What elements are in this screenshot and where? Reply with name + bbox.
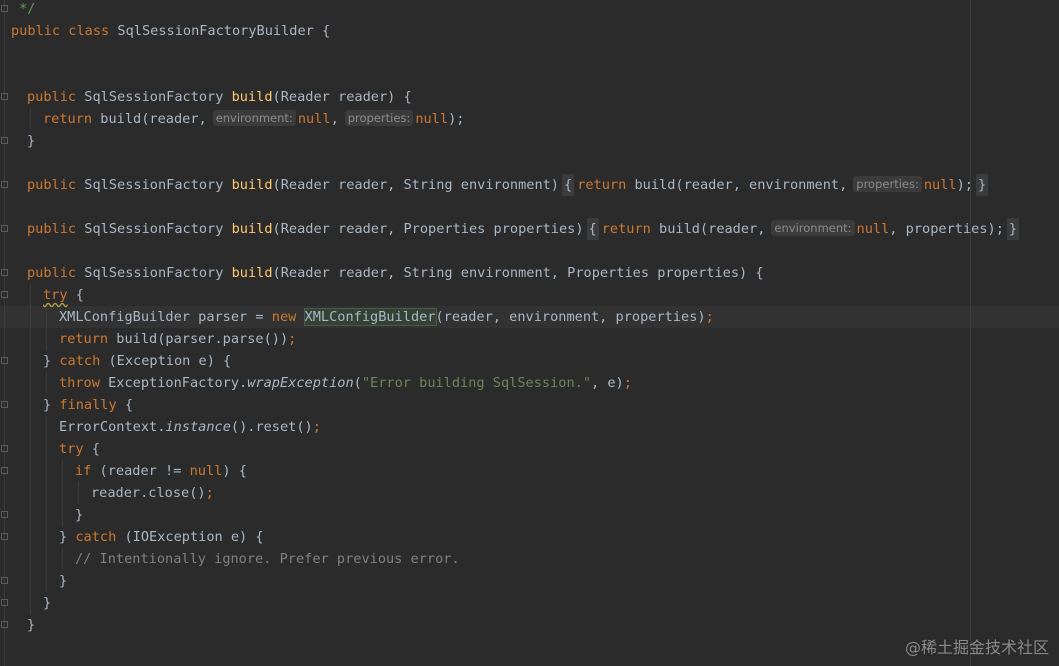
indent-guide bbox=[78, 482, 79, 504]
keyword: return bbox=[59, 331, 109, 347]
keyword: new bbox=[271, 309, 297, 325]
type-name: SqlSessionFactory bbox=[84, 89, 224, 105]
indent-guide bbox=[30, 284, 31, 614]
fold-marker-icon[interactable] bbox=[1, 357, 8, 364]
code-line[interactable]: try { bbox=[59, 438, 100, 460]
fold-marker-icon[interactable] bbox=[1, 93, 8, 100]
method-name: instance bbox=[165, 419, 231, 435]
keyword: return bbox=[601, 221, 651, 237]
string-literal: "Error building SqlSession." bbox=[361, 375, 591, 391]
keyword: catch bbox=[59, 353, 101, 369]
right-margin-guide bbox=[970, 0, 971, 666]
code-line[interactable]: } bbox=[59, 570, 67, 592]
param-hint: properties: bbox=[344, 110, 414, 126]
code-line[interactable]: */ bbox=[19, 0, 35, 20]
code-comment: // Intentionally ignore. Prefer previous… bbox=[75, 551, 460, 567]
fold-marker-icon[interactable] bbox=[1, 577, 8, 584]
indent-guide bbox=[62, 548, 63, 570]
code-line[interactable]: } catch (Exception e) { bbox=[43, 350, 231, 372]
keyword: try bbox=[59, 441, 84, 457]
param-hint: properties: bbox=[853, 176, 922, 192]
fold-marker-icon[interactable] bbox=[1, 137, 8, 144]
code-line[interactable]: public SqlSessionFactory build(Reader re… bbox=[27, 86, 412, 108]
keyword: return bbox=[43, 111, 93, 127]
indent-guide bbox=[46, 416, 47, 592]
method-name: build bbox=[231, 177, 273, 193]
keyword: public bbox=[11, 23, 61, 39]
keyword: null bbox=[189, 463, 223, 479]
comment-end: */ bbox=[19, 1, 36, 17]
type-name: SqlSessionFactory bbox=[84, 265, 224, 281]
type-name: SqlSessionFactory bbox=[84, 221, 224, 237]
fold-marker-icon[interactable] bbox=[1, 445, 8, 452]
fold-marker-icon[interactable] bbox=[1, 225, 8, 232]
type-name: SqlSessionFactory bbox=[84, 177, 224, 193]
code-line[interactable]: public SqlSessionFactory build(Reader re… bbox=[27, 218, 1022, 240]
keyword: null bbox=[415, 111, 449, 127]
code-line[interactable]: reader.close(); bbox=[91, 482, 214, 504]
code-line[interactable]: } bbox=[27, 130, 35, 152]
keyword: try bbox=[43, 287, 68, 303]
keyword: class bbox=[68, 23, 110, 39]
code-line[interactable]: } bbox=[27, 614, 35, 636]
fold-marker-icon[interactable] bbox=[1, 269, 8, 276]
code-line[interactable]: } bbox=[75, 504, 83, 526]
code-editor[interactable]: */ public class SqlSessionFactoryBuilder… bbox=[0, 0, 1059, 666]
fold-marker-icon[interactable] bbox=[1, 533, 8, 540]
code-line[interactable]: XMLConfigBuilder parser = new XMLConfigB… bbox=[59, 306, 714, 328]
keyword: public bbox=[27, 177, 77, 193]
watermark: @稀土掘金技术社区 bbox=[904, 638, 1049, 657]
folded-region[interactable]: } bbox=[1006, 218, 1020, 240]
folded-region[interactable]: { bbox=[562, 174, 575, 196]
fold-marker-icon[interactable] bbox=[1, 291, 8, 298]
method-name: build bbox=[231, 89, 273, 105]
fold-marker-icon[interactable] bbox=[1, 599, 8, 606]
code-line[interactable]: } finally { bbox=[43, 394, 133, 416]
keyword: public bbox=[27, 221, 77, 237]
keyword: null bbox=[856, 221, 890, 237]
method-name: wrapException bbox=[247, 375, 354, 391]
code-line[interactable]: // Intentionally ignore. Prefer previous… bbox=[75, 548, 460, 570]
keyword: null bbox=[923, 177, 957, 193]
indent-guide bbox=[46, 372, 47, 394]
method-name: build bbox=[231, 221, 273, 237]
keyword: return bbox=[577, 177, 627, 193]
fold-marker-icon[interactable] bbox=[1, 401, 8, 408]
param-hint: environment: bbox=[212, 110, 296, 126]
method-name: build bbox=[231, 265, 273, 281]
code-line[interactable]: public SqlSessionFactory build(Reader re… bbox=[27, 174, 991, 196]
folded-region[interactable]: } bbox=[975, 174, 989, 196]
folded-region[interactable]: { bbox=[586, 218, 599, 240]
code-line[interactable]: } catch (IOException e) { bbox=[59, 526, 264, 548]
keyword: throw bbox=[59, 375, 100, 391]
keyword: public bbox=[27, 89, 77, 105]
class-name: SqlSessionFactoryBuilder bbox=[117, 23, 314, 39]
class-name: XMLConfigBuilder bbox=[303, 308, 437, 326]
fold-marker-icon[interactable] bbox=[1, 511, 8, 518]
code-line[interactable]: } bbox=[43, 592, 51, 614]
code-line[interactable]: try { bbox=[43, 284, 84, 306]
code-line[interactable]: public SqlSessionFactory build(Reader re… bbox=[27, 262, 764, 284]
fold-marker-icon[interactable] bbox=[1, 181, 8, 188]
fold-marker-icon[interactable] bbox=[1, 467, 8, 474]
indent-guide bbox=[62, 460, 63, 526]
param-hint: environment: bbox=[771, 220, 855, 236]
keyword: finally bbox=[59, 397, 117, 413]
code-line[interactable]: public class SqlSessionFactoryBuilder { bbox=[11, 20, 330, 42]
keyword: public bbox=[27, 265, 77, 281]
code-line[interactable]: return build(reader, environment: null, pro… bbox=[43, 108, 464, 130]
code-line[interactable]: ErrorContext.instance().reset(); bbox=[59, 416, 321, 438]
keyword: if bbox=[75, 463, 92, 479]
indent-guide bbox=[46, 306, 47, 350]
code-line[interactable]: if (reader != null) { bbox=[75, 460, 247, 482]
code-line[interactable]: return build(parser.parse()); bbox=[59, 328, 296, 350]
keyword: catch bbox=[75, 529, 117, 545]
keyword: null bbox=[297, 111, 331, 127]
code-line[interactable]: throw ExceptionFactory.wrapException("Er… bbox=[59, 372, 632, 394]
fold-marker-icon[interactable] bbox=[1, 5, 8, 12]
indent-guide bbox=[30, 108, 31, 130]
fold-marker-icon[interactable] bbox=[1, 621, 8, 628]
